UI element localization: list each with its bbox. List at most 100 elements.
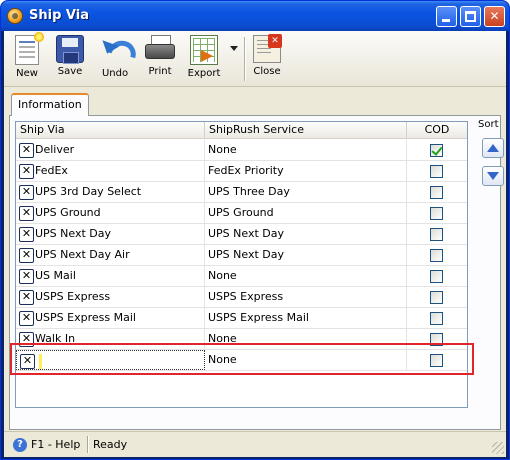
delete-row-icon[interactable]: ✕ xyxy=(19,290,34,305)
cod-cell xyxy=(407,203,467,223)
delete-row-icon[interactable]: ✕ xyxy=(19,269,34,284)
grid-header: Ship Via ShipRush Service COD xyxy=(16,122,467,139)
shiprush-service-cell[interactable]: FedEx Priority xyxy=(205,161,407,181)
status-bar: ? F1 - Help Ready xyxy=(4,431,506,456)
cod-checkbox[interactable] xyxy=(430,228,443,241)
print-button[interactable]: Print xyxy=(141,33,179,85)
cod-checkbox[interactable] xyxy=(430,270,443,283)
delete-row-icon[interactable]: ✕ xyxy=(19,164,34,179)
ship-via-text: UPS Next Day Air xyxy=(35,248,130,261)
undo-icon xyxy=(100,35,130,65)
table-row[interactable]: ✕ UPS Next Day Air UPS Next Day xyxy=(16,245,467,266)
ship-via-text: UPS Ground xyxy=(35,206,101,219)
client-area: New Save Undo Print Export Clos xyxy=(4,31,506,457)
cod-cell xyxy=(407,161,467,181)
table-row[interactable]: ✕ USPS Express USPS Express xyxy=(16,287,467,308)
cod-cell xyxy=(407,182,467,202)
information-panel: Ship Via ShipRush Service COD ✕ Deliver No… xyxy=(9,115,504,430)
ship-via-cell[interactable]: ✕ FedEx xyxy=(16,161,205,181)
ship-via-text: US Mail xyxy=(35,269,76,282)
save-label: Save xyxy=(57,66,83,77)
resize-grip-icon[interactable] xyxy=(492,442,504,454)
delete-row-icon[interactable]: ✕ xyxy=(19,206,34,221)
minimize-button[interactable] xyxy=(436,6,457,27)
cod-checkbox[interactable] xyxy=(430,165,443,178)
app-icon xyxy=(7,8,23,24)
new-icon xyxy=(15,32,44,65)
close-button[interactable]: Close xyxy=(248,33,286,85)
export-icon xyxy=(190,35,218,65)
status-separator xyxy=(87,436,88,453)
delete-row-icon[interactable]: ✕ xyxy=(19,311,34,326)
sort-up-button[interactable] xyxy=(482,138,504,158)
cod-checkbox[interactable] xyxy=(430,291,443,304)
cod-cell xyxy=(407,224,467,244)
shiprush-service-cell[interactable]: USPS Express Mail xyxy=(205,308,407,328)
window-close-button[interactable]: ✕ xyxy=(484,6,505,27)
cod-checkbox[interactable] xyxy=(430,312,443,325)
ship-via-cell[interactable]: ✕ USPS Express xyxy=(16,287,205,307)
delete-row-icon[interactable]: ✕ xyxy=(19,185,34,200)
ship-via-text: USPS Express xyxy=(35,290,111,303)
table-row[interactable]: ✕ Deliver None xyxy=(16,140,467,161)
cod-cell xyxy=(407,266,467,286)
save-button[interactable]: Save xyxy=(52,33,88,85)
cod-cell xyxy=(407,245,467,265)
help-text: F1 - Help xyxy=(31,438,81,451)
ship-via-cell[interactable]: ✕ UPS Ground xyxy=(16,203,205,223)
help-icon[interactable]: ? xyxy=(13,438,27,452)
table-row[interactable]: ✕ US Mail None xyxy=(16,266,467,287)
shiprush-service-cell[interactable]: UPS Ground xyxy=(205,203,407,223)
ship-via-text: Deliver xyxy=(35,143,75,156)
undo-label: Undo xyxy=(101,68,129,79)
shiprush-service-cell[interactable]: USPS Express xyxy=(205,287,407,307)
maximize-button[interactable] xyxy=(460,6,481,27)
shiprush-service-cell[interactable]: None xyxy=(205,140,407,160)
export-button[interactable]: Export xyxy=(184,33,224,85)
shiprush-service-cell[interactable]: UPS Next Day xyxy=(205,224,407,244)
table-row[interactable]: ✕ UPS Next Day UPS Next Day xyxy=(16,224,467,245)
delete-row-icon[interactable]: ✕ xyxy=(19,248,34,263)
table-row[interactable]: ✕ UPS 3rd Day Select UPS Three Day xyxy=(16,182,467,203)
tab-information[interactable]: Information xyxy=(11,93,89,116)
ship-via-cell[interactable]: ✕ UPS Next Day xyxy=(16,224,205,244)
ship-via-cell[interactable]: ✕ Deliver xyxy=(16,140,205,160)
close-icon xyxy=(253,34,282,63)
ship-via-cell[interactable]: ✕ USPS Express Mail xyxy=(16,308,205,328)
table-row[interactable]: ✕ USPS Express Mail USPS Express Mail xyxy=(16,308,467,329)
column-header-shiprush-service[interactable]: ShipRush Service xyxy=(205,122,407,139)
highlight-new-row xyxy=(10,343,474,375)
toolbar: New Save Undo Print Export Clos xyxy=(4,31,506,87)
cod-cell xyxy=(407,287,467,307)
shiprush-service-cell[interactable]: UPS Three Day xyxy=(205,182,407,202)
minimize-icon xyxy=(442,19,450,22)
ship-via-cell[interactable]: ✕ UPS Next Day Air xyxy=(16,245,205,265)
new-button[interactable]: New xyxy=(8,32,46,85)
cod-cell xyxy=(407,140,467,160)
title-bar[interactable]: Ship Via ✕ xyxy=(1,1,509,31)
ship-via-text: UPS Next Day xyxy=(35,227,112,240)
delete-row-icon[interactable]: ✕ xyxy=(19,143,34,158)
table-row[interactable]: ✕ FedEx FedEx Priority xyxy=(16,161,467,182)
column-header-cod[interactable]: COD xyxy=(407,122,467,139)
ship-via-text: FedEx xyxy=(35,164,68,177)
window-title: Ship Via xyxy=(29,8,89,23)
shiprush-service-cell[interactable]: UPS Next Day xyxy=(205,245,407,265)
table-row[interactable]: ✕ UPS Ground UPS Ground xyxy=(16,203,467,224)
ship-via-cell[interactable]: ✕ UPS 3rd Day Select xyxy=(16,182,205,202)
ship-via-text: UPS 3rd Day Select xyxy=(35,185,142,198)
sort-down-button[interactable] xyxy=(482,166,504,186)
export-label: Export xyxy=(187,68,221,79)
save-icon xyxy=(56,35,84,64)
cod-checkbox[interactable] xyxy=(430,249,443,262)
cod-checkbox[interactable] xyxy=(430,207,443,220)
export-dropdown-icon[interactable] xyxy=(230,46,238,51)
ship-via-cell[interactable]: ✕ US Mail xyxy=(16,266,205,286)
cod-checkbox[interactable] xyxy=(430,144,443,157)
undo-button[interactable]: Undo xyxy=(96,33,134,85)
close-x-icon: ✕ xyxy=(489,9,500,23)
shiprush-service-cell[interactable]: None xyxy=(205,266,407,286)
column-header-ship-via[interactable]: Ship Via xyxy=(16,122,205,139)
delete-row-icon[interactable]: ✕ xyxy=(19,227,34,242)
cod-checkbox[interactable] xyxy=(430,186,443,199)
